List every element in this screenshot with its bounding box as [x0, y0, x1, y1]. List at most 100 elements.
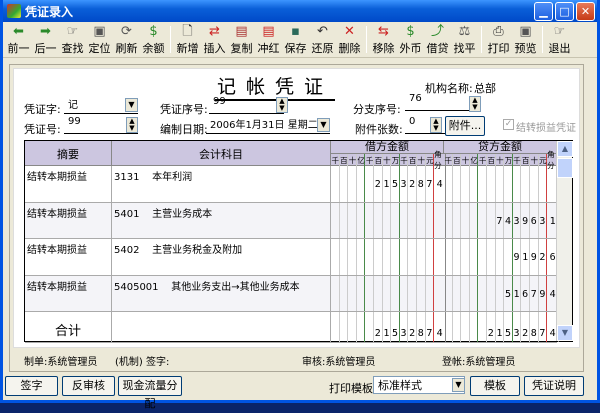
toolbar-button-label: 外币	[399, 41, 422, 55]
toolbar-button[interactable]: ⎙ 打印	[485, 24, 512, 55]
table-row[interactable]: 结转本期损益 5405001 其他业务支出→其他业务成本 5 1 6 7 9 4	[25, 275, 560, 312]
toolbar-button[interactable]: 🗋 新增	[174, 24, 201, 55]
table-row[interactable]: 结转本期损益 3131 本年利润 2 1 5 3 2 8 7 4	[25, 166, 560, 203]
summary-cell[interactable]: 结转本期损益	[25, 239, 112, 275]
summary-cell[interactable]: 结转本期损益	[25, 275, 112, 311]
toolbar-button-label: 余额	[142, 41, 165, 55]
digit-cell	[348, 239, 357, 275]
amount-cells[interactable]: 516794	[444, 275, 560, 311]
amount-cells[interactable]: 7439631	[444, 202, 560, 238]
toolbar-button[interactable]: ▪ 保存	[282, 24, 309, 55]
unit-header: 千	[400, 154, 409, 166]
digit-cell: 5	[504, 275, 513, 311]
branch-spinner[interactable]: ▲ ▼	[469, 96, 481, 112]
attachment-button[interactable]: 附件...	[445, 116, 485, 136]
account-cell[interactable]	[112, 312, 331, 342]
toolbar-button-label: 删除	[338, 41, 361, 55]
digit-cell: 1	[496, 312, 505, 342]
digit-cell	[470, 202, 479, 238]
voucher-note-button[interactable]: 凭证说明	[524, 376, 584, 396]
digit-cell	[365, 202, 374, 238]
maximize-button[interactable]: □	[555, 1, 574, 21]
summary-cell[interactable]: 结转本期损益	[25, 166, 112, 202]
scroll-up-icon[interactable]: ▲	[557, 141, 573, 157]
toolbar-button[interactable]: ▣ 预览	[512, 24, 539, 55]
table-row[interactable]: 结转本期损益 5401 主营业务成本 7 4 3 9 6 3 1	[25, 202, 560, 239]
amount-cells[interactable]	[331, 202, 447, 238]
toolbar-button[interactable]: ↶ 还原	[309, 24, 336, 55]
toolbar-button[interactable]: ⟳ 刷新	[113, 24, 140, 55]
toolbar-button[interactable]: $ 余额	[140, 24, 167, 55]
date-picker[interactable]: 2006年1月31日 星期二	[206, 116, 330, 134]
transfer-checkbox[interactable]: ✓	[503, 119, 514, 130]
no-spinner[interactable]: ▲ ▼	[126, 117, 138, 133]
amount-cells[interactable]: 21532874	[331, 312, 447, 342]
sign-button[interactable]: 签字	[5, 376, 58, 396]
toolbar-separator	[542, 26, 543, 53]
toolbar-button[interactable]: ➡ 后一	[32, 24, 59, 55]
chevron-down-icon[interactable]: ▼	[125, 98, 138, 112]
account-cell[interactable]: 5402 主营业务税金及附加	[112, 239, 331, 275]
insert-icon: ⇄	[209, 23, 220, 39]
toolbar-button[interactable]: ☞ 退出	[546, 24, 573, 55]
amount-cells[interactable]	[331, 275, 447, 311]
digit-cell: 2	[374, 312, 383, 342]
attach-spinner[interactable]: ▲ ▼	[430, 117, 442, 133]
remove-icon: ⇆	[378, 23, 389, 39]
scroll-thumb[interactable]	[557, 158, 573, 178]
amount-cells[interactable]: 21532874	[331, 166, 447, 202]
unaudit-button[interactable]: 反审核	[62, 376, 115, 396]
seq-spinner[interactable]: ▲ ▼	[276, 97, 288, 113]
digit-cell	[453, 166, 462, 202]
digit-cell	[426, 275, 435, 311]
digit-cell	[478, 275, 487, 311]
account-cell[interactable]: 3131 本年利润	[112, 166, 331, 202]
toolbar-button[interactable]: ▣ 定位	[86, 24, 113, 55]
minimize-button[interactable]: ▁	[534, 1, 553, 21]
summary-cell[interactable]: 结转本期损益	[25, 202, 112, 238]
close-button[interactable]: ✕	[576, 1, 595, 21]
account-cell[interactable]: 5401 主营业务成本	[112, 202, 331, 238]
toolbar-button[interactable]: ⤴ 借贷	[424, 24, 451, 55]
amount-cells[interactable]: 21532874	[444, 312, 560, 342]
toolbar-button[interactable]: ▤ 复制	[228, 24, 255, 55]
amount-cells[interactable]	[331, 239, 447, 275]
toolbar-button[interactable]: ✕ 删除	[336, 24, 363, 55]
table-row[interactable]: 结转本期损益 5402 主营业务税金及附加 9 1 9 2 6	[25, 239, 560, 276]
scroll-down-icon[interactable]: ▼	[557, 325, 573, 341]
voucher-seq-input[interactable]: 99	[209, 96, 284, 114]
cash-flow-button[interactable]: 现金流量分配	[118, 376, 182, 410]
account-cell[interactable]: 5405001 其他业务支出→其他业务成本	[112, 275, 331, 311]
date-label: 编制日期:	[160, 123, 208, 136]
digit-cell	[539, 166, 548, 202]
total-row[interactable]: 合计 2 1 5 3 2 8 7 4 2 1 5 3 2 8 7 4	[25, 312, 560, 343]
chevron-down-icon[interactable]: ▼	[317, 118, 330, 132]
vertical-scrollbar[interactable]: ▲ ▼	[556, 141, 573, 341]
digit-cell	[331, 239, 340, 275]
digit-cell	[357, 239, 366, 275]
attach-count-label: 附件张数:	[355, 123, 403, 136]
digit-cell	[478, 166, 487, 202]
digit-cell	[391, 202, 400, 238]
sign-label: (机制) 签字:	[115, 357, 170, 368]
toolbar-button[interactable]: ☞ 查找	[59, 24, 86, 55]
toolbar-button[interactable]: ⚖ 找平	[451, 24, 478, 55]
balance-scale-icon: ⚖	[458, 23, 471, 39]
digit-cell: 2	[539, 239, 548, 275]
toolbar: ⬅ 前一 ➡ 后一 ☞ 查找 ▣ 定位 ⟳ 刷新 $ 余额 🗋 新增 ⇄ 插入 ▤ 复制 ▤ 冲红 ▪ 保存 ↶ 还原 ✕ 删除 ⇆…	[3, 22, 597, 58]
voucher-type-label: 凭证字:	[24, 103, 61, 116]
amount-cells[interactable]: 91926	[444, 239, 560, 275]
chevron-down-icon[interactable]: ▼	[452, 378, 465, 392]
unit-header: 万	[504, 154, 513, 166]
digit-cell	[400, 202, 409, 238]
toolbar-button[interactable]: ⇆ 移除	[370, 24, 397, 55]
total-label[interactable]: 合计	[25, 312, 112, 342]
toolbar-button[interactable]: ⬅ 前一	[5, 24, 32, 55]
toolbar-button[interactable]: $ 外币	[397, 24, 424, 55]
toolbar-button[interactable]: ⇄ 插入	[201, 24, 228, 55]
toolbar-button[interactable]: ▤ 冲红	[255, 24, 282, 55]
voucher-seq-label: 凭证序号:	[160, 103, 208, 116]
template-button[interactable]: 模板	[470, 376, 520, 396]
debit-credit-icon: ⤴	[430, 23, 444, 39]
amount-cells[interactable]	[444, 166, 560, 202]
